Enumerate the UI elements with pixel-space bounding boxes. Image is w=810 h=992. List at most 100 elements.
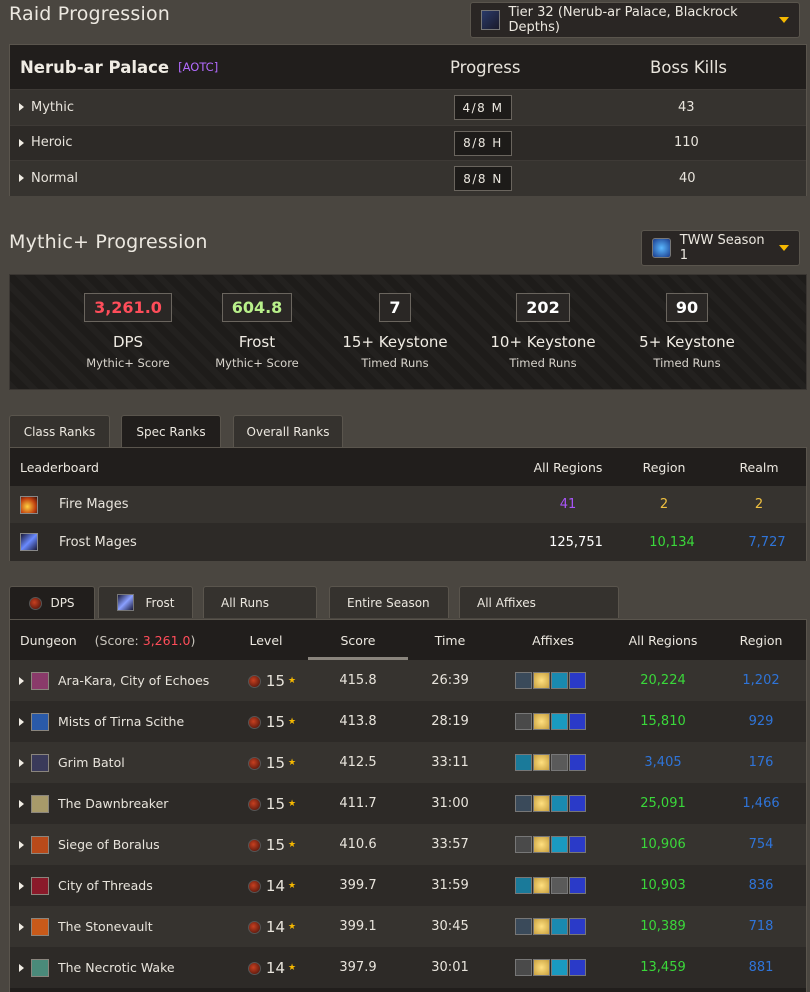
tab-spec-ranks[interactable]: Spec Ranks bbox=[121, 415, 221, 448]
tab-entire-season[interactable]: Entire Season bbox=[329, 586, 449, 618]
dungeon-header[interactable]: Dungeon bbox=[20, 633, 77, 648]
dungeon-name[interactable]: Ara-Kara, City of Echoes bbox=[58, 673, 209, 688]
dungeon-run-row[interactable]: City of Threads 14 ★ 399.7 31:59 10,903 836 bbox=[10, 865, 806, 906]
affix-icon[interactable] bbox=[533, 795, 550, 812]
expand-arrow-icon[interactable] bbox=[19, 103, 24, 112]
affix-icon[interactable] bbox=[569, 877, 586, 894]
dungeon-run-row[interactable]: Mists of Tirna Scithe 15 ★ 413.8 28:19 15,810… bbox=[10, 701, 806, 742]
affix-icon[interactable] bbox=[533, 959, 550, 976]
affix-icon[interactable] bbox=[515, 877, 532, 894]
tab-class-ranks[interactable]: Class Ranks bbox=[9, 415, 110, 447]
affix-icon[interactable] bbox=[515, 713, 532, 730]
affix-icon[interactable] bbox=[569, 713, 586, 730]
tier-selector[interactable]: Tier 32 (Nerub-ar Palace, Blackrock Dept… bbox=[470, 2, 800, 38]
raid-row-normal[interactable]: Normal 8/8 N 40 bbox=[10, 160, 806, 196]
all-regions-header[interactable]: All Regions bbox=[613, 633, 713, 648]
tab-dps[interactable]: DPS bbox=[9, 586, 95, 619]
all-regions-rank: 125,751 bbox=[549, 534, 603, 550]
spec-name: Fire Mages bbox=[59, 497, 129, 512]
affix-icon[interactable] bbox=[551, 795, 568, 812]
dungeon-run-row[interactable]: The Dawnbreaker 15 ★ 411.7 31:00 25,091 1,466 bbox=[10, 783, 806, 824]
affix-icon[interactable] bbox=[533, 877, 550, 894]
expand-arrow-icon[interactable] bbox=[19, 717, 24, 726]
dungeon-run-row[interactable]: Ara-Kara, City of Echoes 15 ★ 415.8 26:39 20,… bbox=[10, 660, 806, 701]
affix-icon[interactable] bbox=[569, 754, 586, 771]
dungeon-icon bbox=[31, 712, 49, 731]
raid-row-mythic[interactable]: Mythic 4/8 M 43 bbox=[10, 89, 806, 125]
tab-frost[interactable]: Frost bbox=[98, 586, 193, 618]
stat-value: 202 bbox=[516, 293, 570, 322]
rank-row-fire[interactable]: Fire Mages 41 2 2 bbox=[10, 486, 806, 523]
affix-icon[interactable] bbox=[569, 672, 586, 689]
dungeon-run-row[interactable]: The Stonevault 14 ★ 399.1 30:45 10,389 718 bbox=[10, 906, 806, 947]
affix-icon[interactable] bbox=[533, 836, 550, 853]
progress-badge: 8/8 H bbox=[454, 130, 512, 156]
affix-icon[interactable] bbox=[569, 795, 586, 812]
affix-icon[interactable] bbox=[515, 672, 532, 689]
chevron-down-icon bbox=[779, 17, 789, 23]
expand-arrow-icon[interactable] bbox=[19, 676, 24, 685]
affix-icon[interactable] bbox=[515, 836, 532, 853]
affix-icon[interactable] bbox=[515, 795, 532, 812]
dungeon-name[interactable]: Siege of Boralus bbox=[58, 837, 160, 852]
expand-arrow-icon[interactable] bbox=[19, 881, 24, 890]
dungeon-run-row[interactable]: Siege of Boralus 15 ★ 410.6 33:57 10,906 754 bbox=[10, 824, 806, 865]
tab-all-runs[interactable]: All Runs bbox=[203, 586, 317, 618]
time-header[interactable]: Time bbox=[410, 633, 490, 648]
affix-icon[interactable] bbox=[551, 918, 568, 935]
expand-arrow-icon[interactable] bbox=[19, 840, 24, 849]
season-selector[interactable]: TWW Season 1 bbox=[641, 230, 800, 266]
expand-arrow-icon[interactable] bbox=[19, 758, 24, 767]
affix-icons bbox=[501, 918, 601, 935]
progress-badge: 4/8 M bbox=[454, 95, 512, 120]
score-header[interactable]: Score bbox=[308, 633, 408, 648]
affix-icon[interactable] bbox=[569, 959, 586, 976]
affix-icon[interactable] bbox=[515, 918, 532, 935]
affix-icon[interactable] bbox=[551, 877, 568, 894]
stat-title: 5+ Keystone bbox=[639, 333, 735, 351]
affix-icon[interactable] bbox=[551, 672, 568, 689]
dungeon-name[interactable]: The Dawnbreaker bbox=[58, 796, 168, 811]
affix-icon[interactable] bbox=[533, 713, 550, 730]
level-value: 15 bbox=[265, 794, 285, 813]
affix-icon[interactable] bbox=[551, 836, 568, 853]
realm-header: Realm bbox=[739, 459, 779, 475]
tab-all-affixes[interactable]: All Affixes bbox=[459, 586, 619, 618]
dungeon-run-row[interactable]: Grim Batol 15 ★ 412.5 33:11 3,405 176 bbox=[10, 742, 806, 783]
mythic-plus-title: Mythic+ Progression bbox=[9, 231, 208, 253]
affix-icon[interactable] bbox=[515, 754, 532, 771]
affix-icon[interactable] bbox=[533, 672, 550, 689]
rank-row-frost[interactable]: Frost Mages 125,751 10,134 7,727 bbox=[10, 523, 806, 561]
affix-icon[interactable] bbox=[551, 713, 568, 730]
run-time: 33:57 bbox=[431, 837, 469, 852]
keystone-icon bbox=[247, 715, 261, 729]
expand-arrow-icon[interactable] bbox=[19, 799, 24, 808]
expand-arrow-icon[interactable] bbox=[19, 138, 24, 147]
keystone-icon bbox=[247, 756, 261, 770]
dungeon-name[interactable]: The Necrotic Wake bbox=[58, 960, 175, 975]
dungeon-name[interactable]: City of Threads bbox=[58, 878, 153, 893]
expand-arrow-icon[interactable] bbox=[19, 174, 24, 183]
region-header[interactable]: Region bbox=[721, 633, 801, 648]
mythic-plus-stats-panel: 3,261.0 DPS Mythic+ Score 604.8 Frost My… bbox=[9, 274, 807, 390]
dungeon-name[interactable]: The Stonevault bbox=[58, 919, 153, 934]
expand-arrow-icon[interactable] bbox=[19, 963, 24, 972]
affix-icon[interactable] bbox=[533, 918, 550, 935]
dungeon-name[interactable]: Grim Batol bbox=[58, 755, 125, 770]
affix-icon[interactable] bbox=[569, 918, 586, 935]
keystone-icon bbox=[247, 920, 261, 934]
leaderboard-header: Leaderboard bbox=[20, 459, 99, 475]
affix-icon[interactable] bbox=[551, 754, 568, 771]
star-icon: ★ bbox=[288, 758, 297, 768]
level-header[interactable]: Level bbox=[226, 633, 306, 648]
dungeon-run-row[interactable]: The Necrotic Wake 14 ★ 397.9 30:01 13,459 881 bbox=[10, 947, 806, 988]
affix-icon[interactable] bbox=[533, 754, 550, 771]
tab-overall-ranks[interactable]: Overall Ranks bbox=[233, 415, 343, 447]
affix-icon[interactable] bbox=[569, 836, 586, 853]
dungeon-name[interactable]: Mists of Tirna Scithe bbox=[58, 714, 184, 729]
affix-icon[interactable] bbox=[515, 959, 532, 976]
all-regions-rank: 25,091 bbox=[640, 796, 686, 811]
affix-icon[interactable] bbox=[551, 959, 568, 976]
expand-arrow-icon[interactable] bbox=[19, 922, 24, 931]
raid-row-heroic[interactable]: Heroic 8/8 H 110 bbox=[10, 124, 806, 160]
